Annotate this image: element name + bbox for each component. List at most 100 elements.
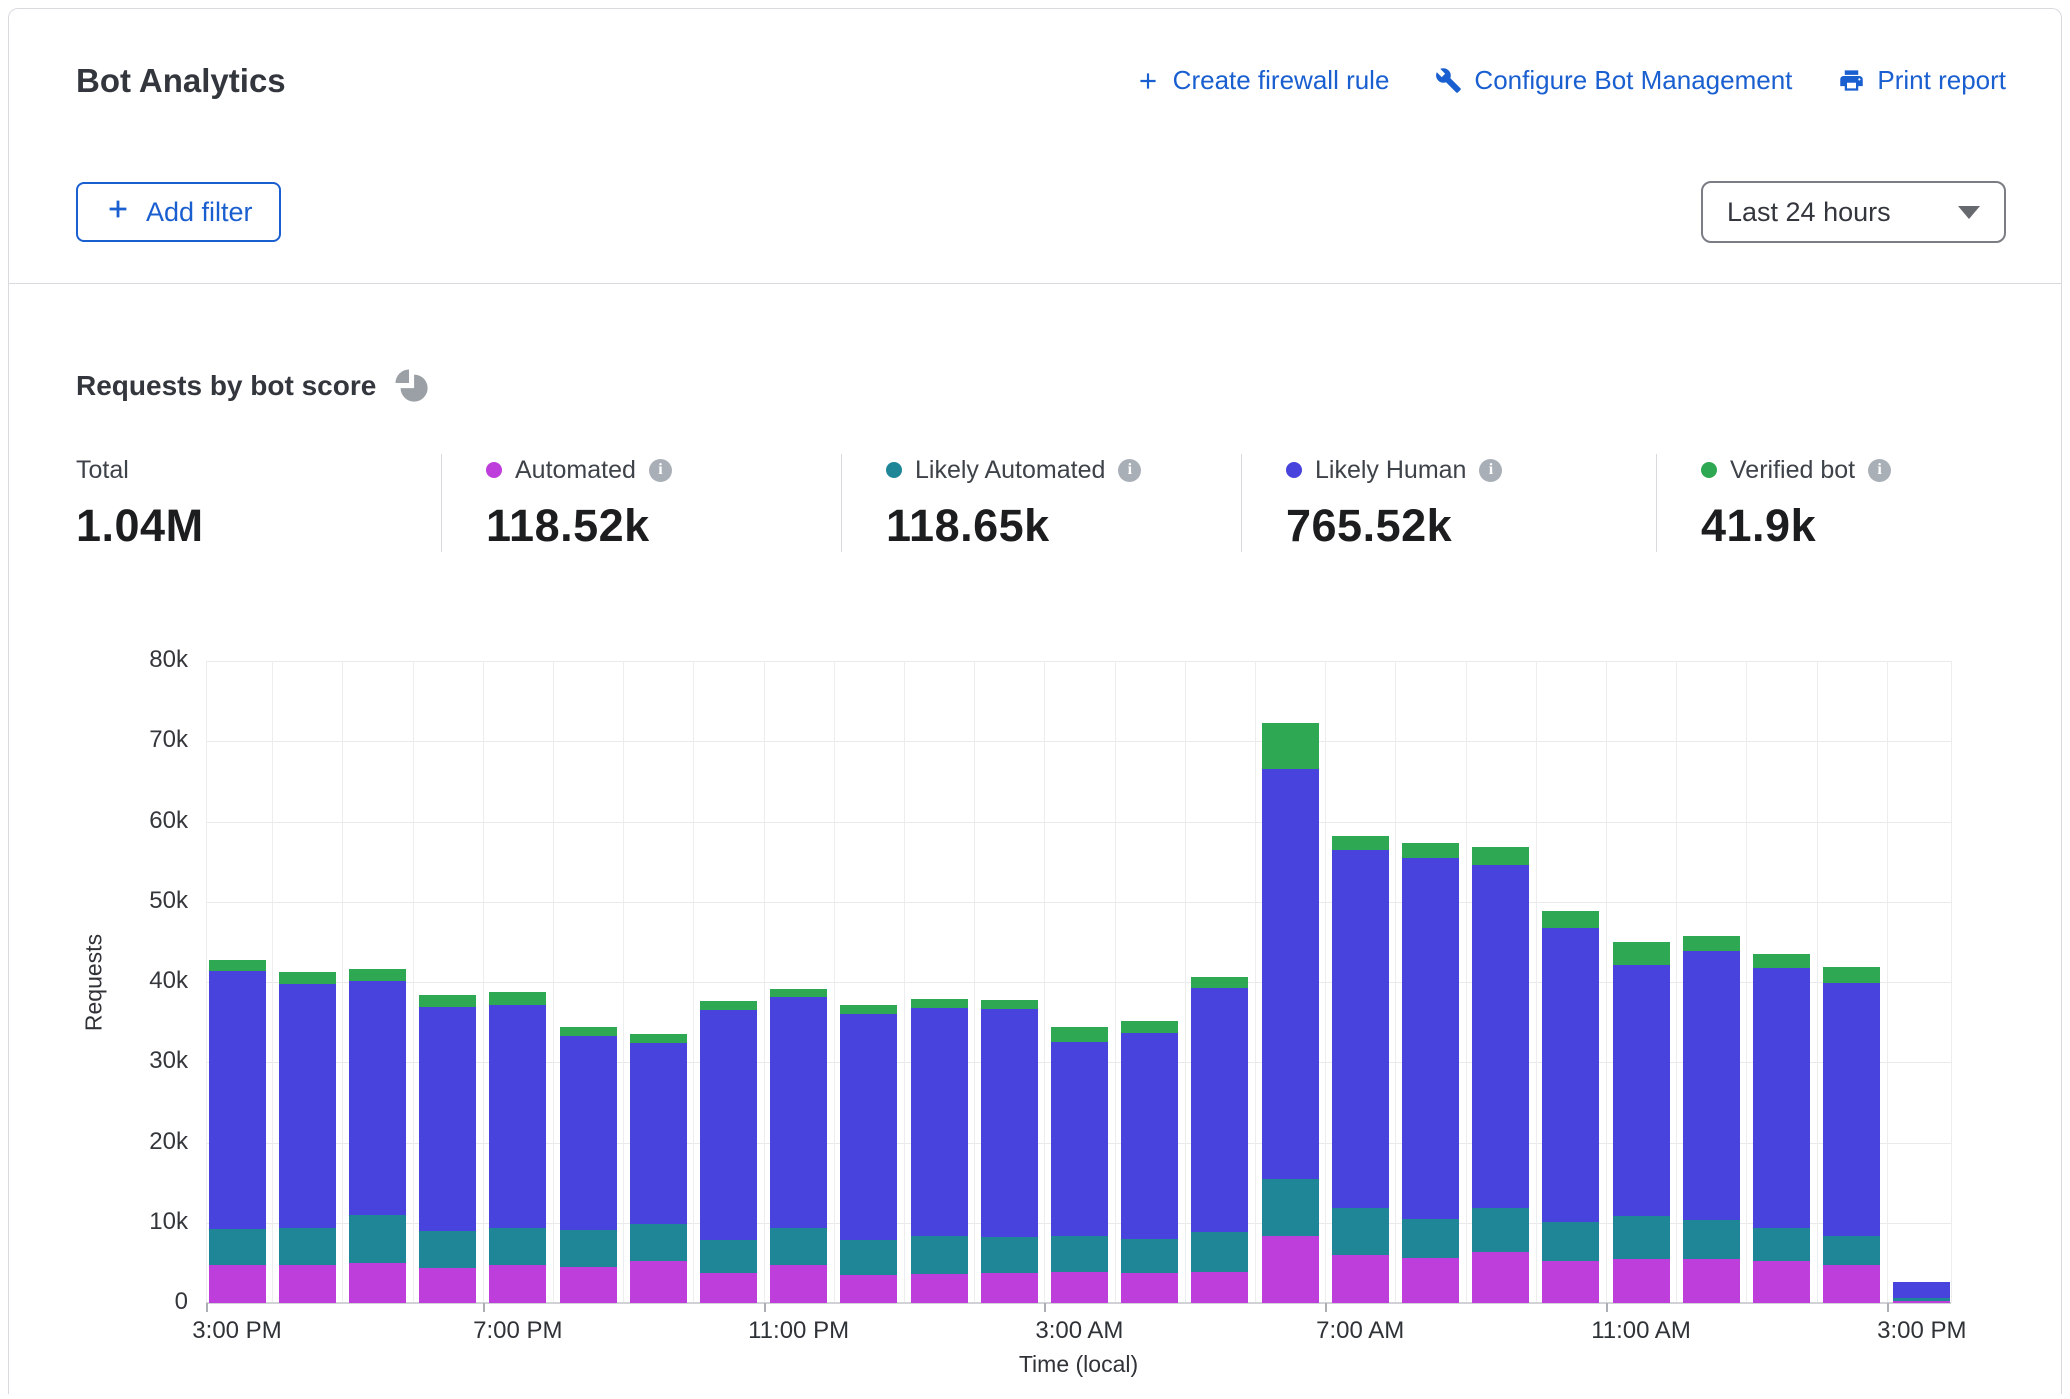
bar-segment-automated: [419, 1268, 476, 1303]
info-icon[interactable]: i: [649, 459, 672, 482]
bar-segment-automated: [981, 1273, 1038, 1304]
bar-segment-verified-bot: [1332, 836, 1389, 850]
info-icon[interactable]: i: [1118, 459, 1141, 482]
bar-5-00-am[interactable]: [1191, 977, 1248, 1303]
bar-segment-verified-bot: [1121, 1021, 1178, 1033]
bar-7-00-pm[interactable]: [489, 992, 546, 1303]
gridline-vertical: [764, 661, 765, 1303]
bar-10-00-am[interactable]: [1542, 911, 1599, 1303]
bar-4-00-pm[interactable]: [279, 972, 336, 1303]
bar-3-00-pm[interactable]: [1893, 1282, 1950, 1303]
bar-6-00-pm[interactable]: [419, 995, 476, 1303]
bar-segment-likely-human: [630, 1043, 687, 1224]
x-tick-mark: [483, 1303, 485, 1312]
bar-segment-automated: [770, 1265, 827, 1303]
bar-11-00-pm[interactable]: [770, 989, 827, 1303]
stat-label-row: Likely Automatedi: [886, 454, 1231, 486]
bar-segment-automated: [1472, 1252, 1529, 1303]
bar-segment-likely-human: [840, 1014, 897, 1240]
y-tick-label: 40k: [56, 967, 188, 995]
bar-segment-likely-human: [770, 997, 827, 1228]
bar-segment-verified-bot: [1542, 911, 1599, 928]
bar-3-00-am[interactable]: [1051, 1027, 1108, 1303]
bar-segment-likely-human: [1893, 1282, 1950, 1298]
bar-4-00-am[interactable]: [1121, 1021, 1178, 1303]
gridline-vertical: [1044, 661, 1045, 1303]
bar-segment-likely-automated: [489, 1228, 546, 1265]
bar-1-00-am[interactable]: [911, 999, 968, 1303]
add-filter-button[interactable]: Add filter: [76, 182, 281, 242]
stat-label-row: Likely Humani: [1286, 454, 1646, 486]
bar-3-00-pm[interactable]: [209, 960, 266, 1303]
stat-automated: Automatedi118.52k: [441, 454, 841, 552]
gridline-horizontal: [206, 661, 1951, 662]
stat-likely-human: Likely Humani 765.52k: [1241, 454, 1656, 552]
gridline-horizontal: [206, 741, 1951, 742]
x-tick-mark: [1887, 1303, 1889, 1312]
bar-segment-automated: [1823, 1265, 1880, 1304]
bar-segment-likely-automated: [279, 1228, 336, 1265]
bar-segment-verified-bot: [1472, 847, 1529, 865]
bot-analytics-card: Bot Analytics Create firewall rule Confi…: [8, 8, 2062, 1394]
create-firewall-rule-link[interactable]: Create firewall rule: [1135, 65, 1390, 96]
bar-2-00-am[interactable]: [981, 1000, 1038, 1303]
y-tick-label: 60k: [56, 807, 188, 835]
gridline-vertical: [623, 661, 624, 1303]
bar-segment-likely-human: [981, 1009, 1038, 1238]
bar-segment-verified-bot: [560, 1027, 617, 1036]
bar-segment-likely-human: [279, 984, 336, 1229]
pie-chart-icon: [394, 368, 430, 404]
gridline-vertical: [974, 661, 975, 1303]
bar-segment-likely-automated: [1613, 1216, 1670, 1259]
bar-segment-likely-human: [419, 1007, 476, 1231]
bar-segment-likely-human: [911, 1008, 968, 1237]
gridline-vertical: [1606, 661, 1607, 1303]
bar-segment-verified-bot: [419, 995, 476, 1007]
gridline-vertical: [1395, 661, 1396, 1303]
info-icon[interactable]: i: [1479, 459, 1502, 482]
bar-segment-likely-automated: [560, 1230, 617, 1267]
gridline-vertical: [1115, 661, 1116, 1303]
stat-value: 765.52k: [1286, 500, 1646, 552]
bar-segment-likely-automated: [419, 1231, 476, 1268]
bar-9-00-pm[interactable]: [630, 1034, 687, 1303]
bar-8-00-am[interactable]: [1402, 843, 1459, 1303]
bar-7-00-am[interactable]: [1332, 836, 1389, 1303]
bar-segment-likely-human: [1121, 1033, 1178, 1238]
y-tick-label: 0: [56, 1288, 188, 1316]
bar-12-00-am[interactable]: [840, 1005, 897, 1303]
bar-segment-likely-human: [1823, 983, 1880, 1237]
bar-segment-verified-bot: [209, 960, 266, 970]
bar-8-00-pm[interactable]: [560, 1027, 617, 1303]
bar-2-00-pm[interactable]: [1823, 967, 1880, 1303]
bar-5-00-pm[interactable]: [349, 969, 406, 1303]
chevron-down-icon: [1958, 206, 1980, 219]
bar-segment-likely-human: [1332, 850, 1389, 1208]
bar-segment-likely-automated: [1191, 1232, 1248, 1272]
print-report-link[interactable]: Print report: [1838, 65, 2006, 96]
stat-label: Total: [76, 456, 129, 485]
bar-9-00-am[interactable]: [1472, 847, 1529, 1303]
x-tick-mark: [1044, 1303, 1046, 1312]
create-firewall-rule-label: Create firewall rule: [1173, 65, 1390, 96]
automated-legend-dot: [486, 462, 502, 478]
configure-bot-management-link[interactable]: Configure Bot Management: [1435, 65, 1792, 96]
bar-segment-likely-human: [1613, 965, 1670, 1216]
bar-segment-automated: [1753, 1261, 1810, 1303]
bar-1-00-pm[interactable]: [1753, 954, 1810, 1303]
info-icon[interactable]: i: [1868, 459, 1891, 482]
bar-6-00-am[interactable]: [1262, 723, 1319, 1303]
stat-verified-bot: Verified boti41.9k: [1656, 454, 1901, 552]
bar-12-00-pm[interactable]: [1683, 936, 1740, 1303]
bar-segment-verified-bot: [279, 972, 336, 983]
header-actions: Create firewall rule Configure Bot Manag…: [1135, 65, 2006, 96]
time-range-select[interactable]: Last 24 hours: [1701, 181, 2006, 243]
bar-10-00-pm[interactable]: [700, 1001, 757, 1303]
bar-segment-likely-human: [1262, 769, 1319, 1179]
bar-segment-automated: [489, 1265, 546, 1303]
stat-label-row: Automatedi: [486, 454, 831, 486]
bar-segment-likely-human: [1402, 858, 1459, 1219]
bar-segment-likely-automated: [1262, 1179, 1319, 1235]
bar-11-00-am[interactable]: [1613, 942, 1670, 1303]
bar-segment-automated: [840, 1275, 897, 1303]
